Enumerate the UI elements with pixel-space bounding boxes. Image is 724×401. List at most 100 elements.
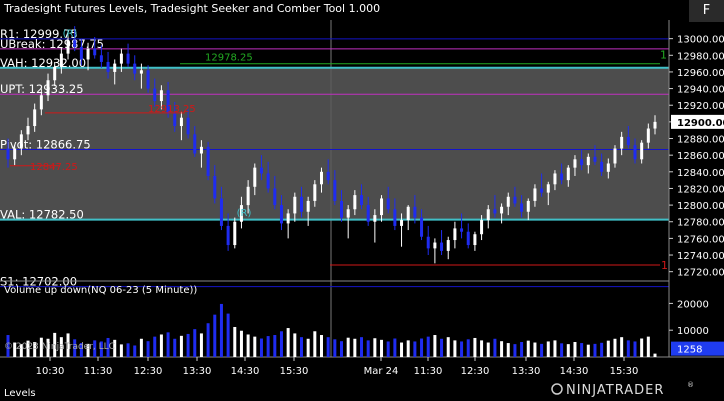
volume-bar: [420, 338, 424, 357]
y-tick-label: 12940.00: [677, 85, 724, 96]
volume-bar: [400, 342, 404, 357]
candle-body: [360, 195, 364, 206]
candle-body: [460, 228, 464, 232]
ninjatrader-logo: NINJATRADER ®: [551, 381, 694, 398]
volume-bar: [460, 341, 464, 357]
volume-bar: [520, 341, 524, 357]
candle-body: [553, 173, 557, 185]
volume-bar: [179, 335, 183, 357]
volume-bar: [493, 338, 497, 357]
volume-bar: [266, 336, 270, 357]
x-tick-label: 11:30: [414, 366, 443, 377]
y-tick-label: 12740.00: [677, 251, 724, 262]
volume-bar: [333, 339, 337, 357]
volume-bar: [299, 337, 303, 357]
reversal-marker: (R): [237, 208, 252, 219]
candle-body: [106, 61, 110, 72]
candle-body: [586, 156, 590, 166]
volume-y-tick-label: 10000: [677, 326, 709, 337]
x-tick-label: 14:30: [231, 366, 260, 377]
stop-count-label: 1: [661, 259, 668, 272]
x-tick-label: 12:30: [461, 366, 490, 377]
candle-body: [386, 198, 390, 210]
candle-body: [580, 159, 584, 166]
volume-bar: [386, 341, 390, 357]
volume-bar: [426, 336, 430, 357]
volume-bar: [186, 333, 190, 357]
target-label: 12978.25: [205, 53, 253, 64]
volume-bar: [340, 341, 344, 357]
candle-body: [173, 113, 177, 127]
candle-body: [406, 206, 410, 221]
volume-bar: [139, 338, 143, 357]
candle-body: [480, 220, 484, 235]
volume-bar: [319, 335, 323, 357]
y-tick-label: 12960.00: [677, 68, 724, 79]
volume-bar: [193, 329, 197, 357]
candle-body: [53, 66, 57, 81]
volume-bar: [440, 338, 444, 357]
volume-bar: [346, 337, 350, 357]
candle-body: [546, 184, 550, 193]
candle-body: [266, 173, 270, 189]
volume-bar: [166, 332, 170, 357]
candle-body: [593, 156, 597, 162]
y-tick-label: 12780.00: [677, 218, 724, 229]
volume-bar: [546, 341, 550, 357]
volume-bar: [653, 353, 657, 357]
x-tick-label: Mar 24: [364, 366, 399, 377]
level-label: VAL: 12782.50: [0, 208, 84, 222]
y-tick-label: 12880.00: [677, 135, 724, 146]
volume-bar: [566, 344, 570, 357]
candle-body: [393, 209, 397, 226]
candle-body: [46, 80, 50, 96]
current-price-label: 12900.00: [677, 118, 724, 129]
candle-body: [326, 171, 330, 181]
volume-bar: [620, 337, 624, 357]
volume-bar: [526, 340, 530, 357]
volume-bar: [473, 337, 477, 357]
candle-body: [66, 40, 70, 54]
x-tick-label: 14:30: [560, 366, 589, 377]
panel-label: Levels: [4, 388, 36, 399]
volume-bar: [633, 341, 637, 357]
volume-bar: [480, 340, 484, 357]
volume-bar: [486, 342, 490, 357]
volume-bar: [259, 338, 263, 357]
volume-bar: [600, 342, 604, 357]
volume-bar: [406, 340, 410, 357]
x-tick-label: 10:30: [36, 366, 65, 377]
volume-bar: [573, 341, 577, 357]
volume-bar: [199, 333, 203, 357]
volume-bar: [626, 340, 630, 357]
candle-body: [540, 188, 544, 193]
candle-body: [486, 209, 490, 221]
y-tick-label: 12720.00: [677, 268, 724, 279]
volume-bar: [226, 313, 230, 357]
candle-body: [319, 171, 323, 185]
candle-body: [259, 167, 263, 174]
candle-body: [286, 213, 290, 224]
volume-bar: [393, 338, 397, 357]
volume-bar: [126, 343, 130, 357]
candle-body: [653, 121, 657, 129]
candle-body: [373, 215, 377, 222]
candle-body: [293, 196, 297, 214]
candle-body: [206, 146, 210, 176]
reversal-marker: (R): [63, 28, 78, 39]
candle-body: [86, 48, 90, 60]
volume-bar: [380, 339, 384, 357]
candle-body: [126, 53, 130, 64]
candle-body: [413, 206, 417, 218]
y-tick-label: 12760.00: [677, 234, 724, 245]
volume-bar: [453, 340, 457, 357]
candle-body: [219, 198, 223, 226]
y-tick-label: 12860.00: [677, 151, 724, 162]
volume-bar: [353, 338, 357, 357]
candle-body: [440, 242, 444, 251]
y-tick-label: 13000.00: [677, 35, 724, 46]
y-tick-label: 12840.00: [677, 168, 724, 179]
candle-body: [506, 196, 510, 207]
y-tick-label: 12820.00: [677, 184, 724, 195]
candle-body: [526, 200, 530, 212]
